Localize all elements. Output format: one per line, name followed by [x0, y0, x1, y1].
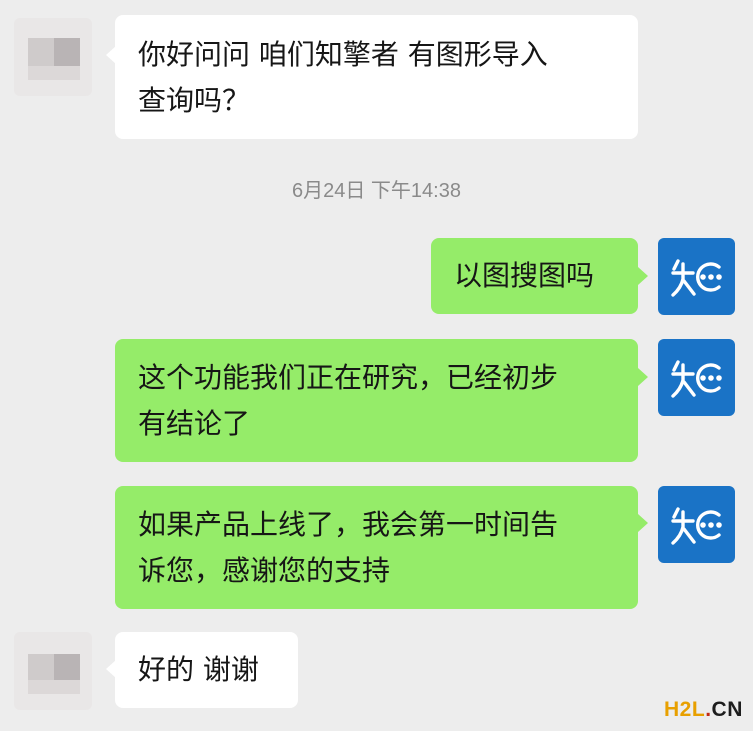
bubble-tail: [638, 267, 648, 285]
zhi-logo-avatar[interactable]: [658, 238, 735, 315]
message-text: 有结论了: [138, 407, 251, 440]
contact-avatar[interactable]: [14, 18, 92, 96]
site-watermark: H2L.CN: [664, 698, 743, 722]
message-text: 你好问问 咱们知擎者 有图形导入: [138, 38, 548, 71]
bubble-tail: [638, 514, 648, 532]
message-bubble-incoming[interactable]: 好的 谢谢: [115, 632, 298, 708]
zhi-logo-icon: [670, 506, 722, 545]
zhi-logo-icon: [670, 359, 722, 398]
message-text: 好的 谢谢: [138, 653, 259, 686]
watermark-part: H2L: [664, 698, 706, 721]
zhi-logo-icon: [670, 258, 722, 297]
watermark-part: CN: [711, 698, 743, 721]
message-text: 诉您，感谢您的支持: [138, 554, 391, 587]
message-text: 如果产品上线了，我会第一时间告: [138, 508, 559, 541]
message-timestamp: 6月24日 下午14:38: [292, 180, 461, 202]
message-bubble-outgoing[interactable]: 以图搜图吗: [431, 238, 638, 314]
zhi-logo-avatar[interactable]: [658, 339, 735, 416]
message-bubble-incoming[interactable]: 你好问问 咱们知擎者 有图形导入 查询吗？: [115, 15, 638, 139]
message-text: 以图搜图吗: [454, 259, 595, 292]
message-bubble-outgoing[interactable]: 如果产品上线了，我会第一时间告 诉您，感谢您的支持: [115, 486, 638, 609]
message-bubble-outgoing[interactable]: 这个功能我们正在研究，已经初步 有结论了: [115, 339, 638, 462]
bubble-tail: [638, 368, 648, 386]
contact-avatar[interactable]: [14, 632, 92, 710]
message-text: 这个功能我们正在研究，已经初步: [138, 361, 559, 394]
zhi-logo-avatar[interactable]: [658, 486, 735, 563]
message-text: 查询吗？: [138, 84, 251, 117]
